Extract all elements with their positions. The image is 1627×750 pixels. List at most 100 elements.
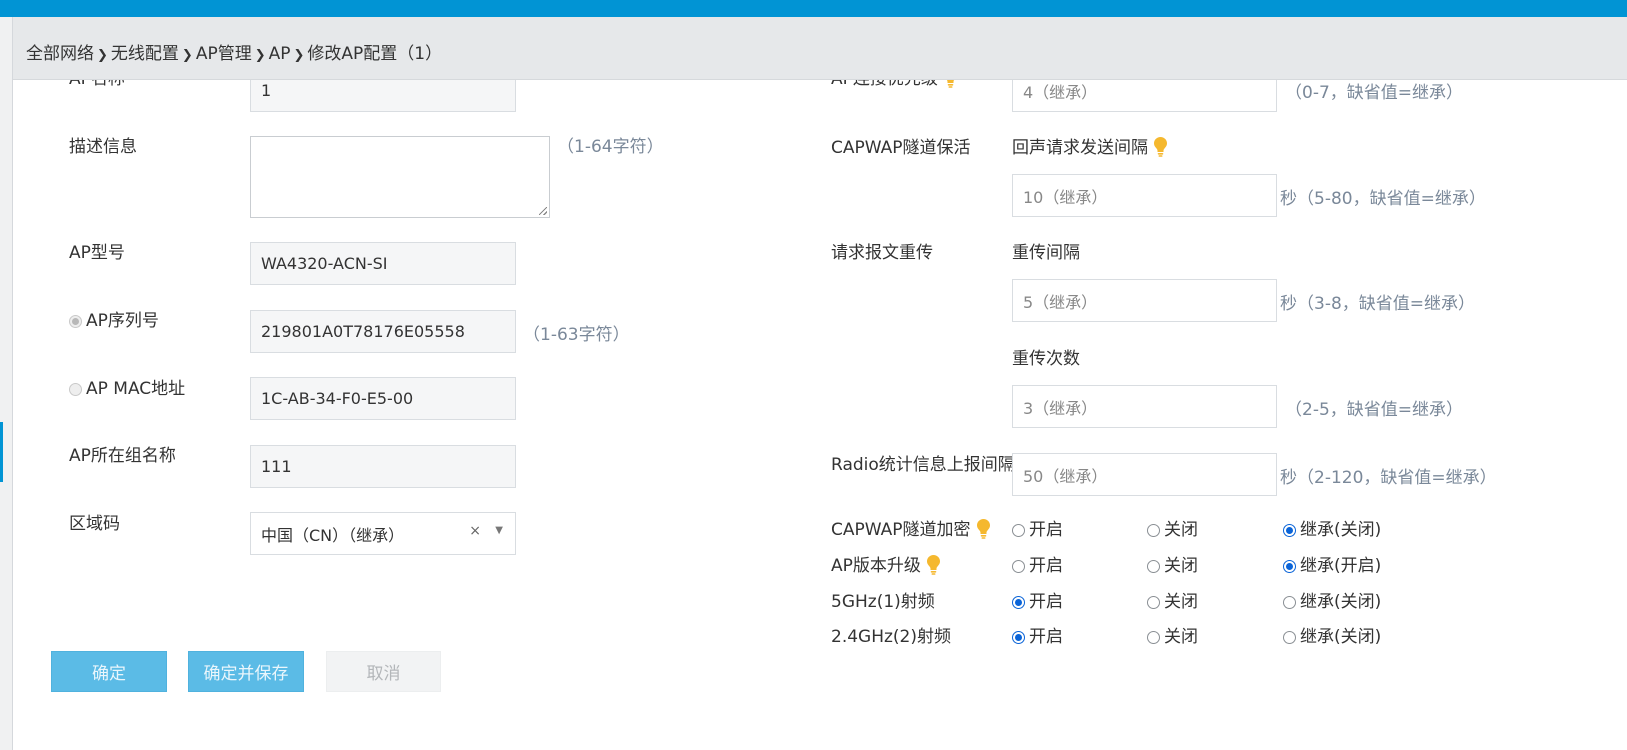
option-choice[interactable]: 继承(关闭) — [1283, 587, 1381, 612]
breadcrumb-item[interactable]: 无线配置 — [111, 44, 179, 64]
radio-button[interactable] — [1147, 524, 1160, 537]
option-label-text: CAPWAP隧道加密 — [831, 520, 971, 540]
chevron-right-icon: ❯ — [97, 48, 108, 63]
lightbulb-icon[interactable] — [944, 80, 957, 88]
lightbulb-icon[interactable] — [976, 519, 990, 539]
ap-name-input[interactable]: 1 — [250, 80, 516, 112]
radio-button[interactable] — [1283, 524, 1296, 537]
description-label: 描述信息 — [69, 137, 137, 157]
ap-serial-radio[interactable] — [69, 315, 82, 328]
priority-label-text: AP连接优先级 — [831, 80, 938, 89]
resize-grip-icon[interactable] — [539, 207, 547, 215]
ap-mac-radio[interactable] — [69, 383, 82, 396]
option-choice-label: 开启 — [1029, 520, 1063, 540]
option-choice[interactable]: 开启 — [1012, 622, 1063, 647]
radio-button[interactable] — [1012, 560, 1025, 573]
radio-button[interactable] — [1012, 596, 1025, 609]
request-retransmit-label: 请求报文重传 — [831, 243, 933, 263]
lightbulb-icon[interactable] — [1154, 137, 1167, 157]
region-code-select[interactable]: 中国（CN）（继承） × ▼ — [250, 512, 516, 555]
ap-mac-label: AP MAC地址 — [69, 374, 185, 399]
top-bar — [0, 0, 1627, 17]
retransmit-interval-hint: 秒（3-8，缺省值=继承） — [1280, 294, 1476, 314]
cancel-button[interactable]: 取消 — [326, 651, 441, 692]
ap-model-label: AP型号 — [69, 243, 125, 263]
chevron-right-icon: ❯ — [181, 48, 193, 63]
radio-stat-interval-input[interactable]: 50（继承） — [1012, 453, 1277, 496]
priority-label: AP连接优先级 — [831, 80, 957, 89]
option-choice-label: 关闭 — [1164, 592, 1198, 612]
ap-mac-input[interactable]: 1C-AB-34-F0-E5-00 — [250, 377, 516, 420]
breadcrumb-current: 修改AP配置（1） — [307, 44, 443, 64]
option-choice[interactable]: 关闭 — [1147, 551, 1198, 576]
option-choice[interactable]: 关闭 — [1147, 587, 1198, 612]
ap-serial-label: AP序列号 — [69, 306, 159, 331]
form-content: AP名称 1 描述信息 （1-64字符） AP型号 WA4320-ACN-SI … — [13, 80, 1627, 750]
retransmit-interval-input[interactable]: 5（继承） — [1012, 279, 1277, 322]
option-label-text: AP版本升级 — [831, 556, 921, 576]
option-label-text: 2.4GHz(2)射频 — [831, 627, 951, 647]
region-code-value: 中国（CN）（继承） — [261, 525, 405, 545]
radio-button[interactable] — [1283, 560, 1296, 573]
chevron-down-icon[interactable]: ▼ — [495, 525, 503, 536]
ok-save-button[interactable]: 确定并保存 — [188, 651, 304, 692]
ap-serial-hint: （1-63字符） — [523, 325, 630, 345]
radio-button[interactable] — [1147, 631, 1160, 644]
ap-serial-input[interactable]: 219801A0T78176E05558 — [250, 310, 516, 353]
breadcrumb-item[interactable]: AP管理 — [196, 44, 252, 64]
priority-input[interactable]: 4（继承） — [1012, 80, 1277, 112]
option-choice-label: 开启 — [1029, 627, 1063, 647]
ap-serial-label-text: AP序列号 — [86, 311, 159, 331]
ap-mac-label-text: AP MAC地址 — [86, 379, 186, 399]
echo-interval-label-text: 回声请求发送间隔 — [1012, 138, 1148, 158]
option-choice[interactable]: 开启 — [1012, 551, 1063, 576]
radio-button[interactable] — [1283, 631, 1296, 644]
option-choice[interactable]: 继承(开启) — [1283, 551, 1381, 576]
radio-button[interactable] — [1012, 631, 1025, 644]
option-choice-label: 继承(开启) — [1300, 556, 1382, 576]
echo-interval-input[interactable]: 10（继承） — [1012, 174, 1277, 217]
clear-icon[interactable]: × — [469, 523, 481, 539]
option-choice[interactable]: 开启 — [1012, 515, 1063, 540]
option-choice[interactable]: 开启 — [1012, 587, 1063, 612]
radio-button[interactable] — [1147, 560, 1160, 573]
retransmit-count-hint: （2-5，缺省值=继承） — [1285, 400, 1464, 420]
ok-button[interactable]: 确定 — [51, 651, 167, 692]
option-choice[interactable]: 关闭 — [1147, 515, 1198, 540]
radio-stat-interval-label: Radio统计信息上报间隔 — [831, 455, 1015, 475]
left-nav-active-marker — [0, 422, 3, 482]
option-choice[interactable]: 继承(关闭) — [1283, 622, 1381, 647]
option-choice-label: 开启 — [1029, 556, 1063, 576]
breadcrumb: 全部网络 ❯ 无线配置 ❯ AP管理 ❯ AP ❯ 修改AP配置（1） — [26, 39, 442, 64]
chevron-right-icon: ❯ — [254, 48, 266, 63]
option-choice-label: 继承(关闭) — [1300, 627, 1382, 647]
breadcrumb-item[interactable]: AP — [269, 44, 291, 64]
option-choice-label: 关闭 — [1164, 627, 1198, 647]
radio-button[interactable] — [1012, 524, 1025, 537]
breadcrumb-bar: 全部网络 ❯ 无线配置 ❯ AP管理 ❯ AP ❯ 修改AP配置（1） — [13, 17, 1627, 80]
radio-button[interactable] — [1283, 596, 1296, 609]
retransmit-count-input[interactable]: 3（继承） — [1012, 385, 1277, 428]
ap-group-input[interactable]: 111 — [250, 445, 516, 488]
left-nav-edge — [0, 17, 13, 750]
option-choice-label: 关闭 — [1164, 556, 1198, 576]
option-choice-label: 开启 — [1029, 592, 1063, 612]
radio-button[interactable] — [1147, 596, 1160, 609]
breadcrumb-item[interactable]: 全部网络 — [26, 44, 94, 64]
radio-stat-interval-hint: 秒（2-120，缺省值=继承） — [1280, 468, 1497, 488]
chevron-right-icon: ❯ — [293, 48, 305, 63]
lightbulb-icon[interactable] — [926, 555, 940, 575]
echo-interval-hint: 秒（5-80，缺省值=继承） — [1280, 189, 1486, 209]
option-label: AP版本升级 — [831, 551, 940, 576]
priority-hint: （0-7，缺省值=继承） — [1285, 83, 1464, 103]
description-textarea[interactable] — [250, 136, 550, 218]
option-label: CAPWAP隧道加密 — [831, 515, 990, 540]
option-choice-label: 继承(关闭) — [1300, 520, 1382, 540]
retransmit-count-label: 重传次数 — [1012, 349, 1080, 369]
option-choice-label: 继承(关闭) — [1300, 592, 1382, 612]
option-choice[interactable]: 关闭 — [1147, 622, 1198, 647]
option-choice[interactable]: 继承(关闭) — [1283, 515, 1381, 540]
ap-model-input[interactable]: WA4320-ACN-SI — [250, 242, 516, 285]
ap-group-label: AP所在组名称 — [69, 446, 176, 466]
option-label-text: 5GHz(1)射频 — [831, 592, 935, 612]
